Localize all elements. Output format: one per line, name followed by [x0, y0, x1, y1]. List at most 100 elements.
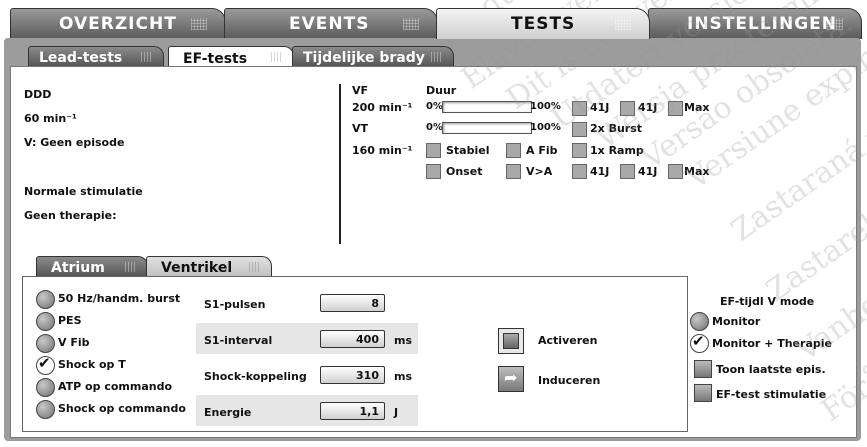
- vf-max-label: Max: [684, 101, 710, 114]
- param-shock-koppeling-unit: ms: [394, 370, 413, 383]
- onset-label: Onset: [446, 165, 483, 178]
- activate-label: Activeren: [538, 334, 598, 347]
- ef-mode-monitor-therapie-label: Monitor + Therapie: [712, 337, 832, 350]
- tab-grip-icon: [403, 18, 419, 30]
- stabiel-checkbox[interactable]: [426, 143, 441, 158]
- v-gt-a-label: V>A: [526, 165, 553, 178]
- induction-vfib-radio[interactable]: [36, 334, 55, 353]
- tab-grip-icon: [249, 262, 261, 272]
- tab-grip-icon: [271, 52, 283, 62]
- tab-grip-icon: [827, 18, 843, 30]
- subtab-tijdelijke-brady-label: Tijdelijke brady: [303, 50, 425, 66]
- vt-duration-bar: [442, 122, 532, 134]
- induction-50hz-radio[interactable]: [36, 290, 55, 309]
- vf-bar-min: 0%: [426, 101, 443, 112]
- tab-events[interactable]: EVENTS: [224, 8, 438, 39]
- stimulation-status: Normale stimulatie: [24, 185, 143, 198]
- vt-shock1-label: 41J: [590, 165, 610, 178]
- tab-ventrikel-label: Ventrikel: [161, 260, 233, 276]
- vt-bar-min: 0%: [426, 122, 443, 133]
- tab-grip-icon: [141, 52, 153, 62]
- vf-bar-max: 100%: [530, 101, 561, 112]
- v-gt-a-checkbox[interactable]: [506, 164, 521, 179]
- activate-button[interactable]: [498, 328, 524, 354]
- last-episode-label: Toon laatste epis.: [716, 363, 826, 376]
- tab-overzicht-label: OVERZICHT: [59, 14, 177, 34]
- subtab-ef-tests-label: EF-tests: [183, 50, 248, 67]
- induction-shock-cmd-radio[interactable]: [36, 400, 55, 419]
- param-energie-field[interactable]: 1,1: [320, 402, 385, 420]
- induction-shock-cmd-label: Shock op commando: [58, 402, 186, 415]
- vf-duration-bar: [442, 101, 532, 113]
- param-s1-interval-label: S1-interval: [204, 334, 273, 347]
- tab-overzicht[interactable]: OVERZICHT: [10, 8, 226, 39]
- vt-rate: 160 min⁻¹: [352, 144, 413, 157]
- param-shock-koppeling-field[interactable]: 310: [320, 366, 385, 384]
- afib-label: A Fib: [526, 144, 558, 157]
- tab-instellingen-label: INSTELLINGEN: [687, 14, 838, 34]
- pacing-rate: 60 min⁻¹: [24, 112, 77, 125]
- tab-grip-icon: [191, 18, 207, 30]
- tab-grip-icon: [125, 262, 137, 272]
- induce-label: Induceren: [538, 374, 601, 387]
- tab-tests[interactable]: TESTS: [436, 8, 650, 39]
- arrow-icon: ➦: [504, 368, 518, 387]
- vf-rate: 200 min⁻¹: [352, 101, 413, 114]
- induction-shock-op-t-radio[interactable]: [36, 354, 55, 375]
- vt-ramp-checkbox[interactable]: [572, 143, 587, 158]
- subtab-lead-tests-label: Lead-tests: [39, 50, 123, 66]
- onset-checkbox[interactable]: [426, 164, 441, 179]
- tab-events-label: EVENTS: [289, 14, 370, 34]
- ef-mode-title: EF-tijdl V mode: [720, 295, 815, 308]
- tab-instellingen[interactable]: INSTELLINGEN: [648, 8, 862, 39]
- vf-label: VF: [352, 84, 369, 97]
- tab-tests-label: TESTS: [511, 14, 576, 34]
- param-s1-interval-unit: ms: [394, 334, 413, 347]
- vt-shock2-label: 41J: [638, 165, 658, 178]
- ef-mode-monitor-radio[interactable]: [690, 312, 709, 331]
- vt-burst-checkbox[interactable]: [572, 122, 587, 137]
- induction-shock-op-t-label: Shock op T: [58, 358, 126, 371]
- therapy-status: Geen therapie:: [24, 209, 117, 222]
- induction-atp-radio[interactable]: [36, 378, 55, 397]
- induction-pes-label: PES: [58, 314, 82, 327]
- induction-atp-label: ATP op commando: [58, 380, 173, 393]
- v-episode-status: V: Geen episode: [24, 136, 125, 149]
- stabiel-label: Stabiel: [446, 144, 490, 157]
- ef-test-stim-label: EF-test stimulatie: [716, 388, 827, 401]
- vf-shock2-label: 41J: [638, 101, 658, 114]
- tab-grip-icon: [431, 52, 443, 62]
- activate-icon: [503, 333, 519, 349]
- vt-bar-max: 100%: [530, 122, 561, 133]
- vf-shock1-label: 41J: [590, 101, 610, 114]
- vt-max-checkbox[interactable]: [668, 164, 683, 179]
- tab-grip-icon: [615, 18, 631, 30]
- divider: [339, 84, 341, 244]
- vt-burst-label: 2x Burst: [590, 122, 643, 135]
- vt-shock1-checkbox[interactable]: [572, 164, 587, 179]
- vf-shock1-checkbox[interactable]: [572, 101, 587, 116]
- induction-vfib-label: V Fib: [58, 336, 90, 349]
- ef-mode-monitor-therapie-radio[interactable]: [690, 332, 709, 353]
- tab-atrium-label: Atrium: [51, 260, 105, 276]
- ef-test-stim-button[interactable]: [694, 384, 712, 402]
- vt-ramp-label: 1x Ramp: [590, 144, 644, 157]
- param-energie-unit: J: [394, 406, 399, 419]
- vt-shock2-checkbox[interactable]: [620, 164, 635, 179]
- param-shock-koppeling-label: Shock-koppeling: [204, 370, 307, 383]
- induction-pes-radio[interactable]: [36, 312, 55, 331]
- induction-50hz-label: 50 Hz/handm. burst: [58, 292, 181, 305]
- vt-max-label: Max: [684, 165, 710, 178]
- afib-checkbox[interactable]: [506, 143, 521, 158]
- pacing-mode: DDD: [24, 88, 52, 101]
- vf-max-checkbox[interactable]: [668, 101, 683, 116]
- vt-label: VT: [352, 122, 369, 135]
- induce-button[interactable]: ➦: [498, 366, 524, 392]
- param-s1-interval-field[interactable]: 400: [320, 330, 385, 348]
- last-episode-button[interactable]: [694, 360, 712, 378]
- ef-mode-monitor-label: Monitor: [712, 315, 761, 328]
- vf-shock2-checkbox[interactable]: [620, 101, 635, 116]
- param-s1-pulsen-field[interactable]: 8: [320, 294, 385, 312]
- param-s1-pulsen-label: S1-pulsen: [204, 298, 266, 311]
- duur-label: Duur: [426, 84, 457, 97]
